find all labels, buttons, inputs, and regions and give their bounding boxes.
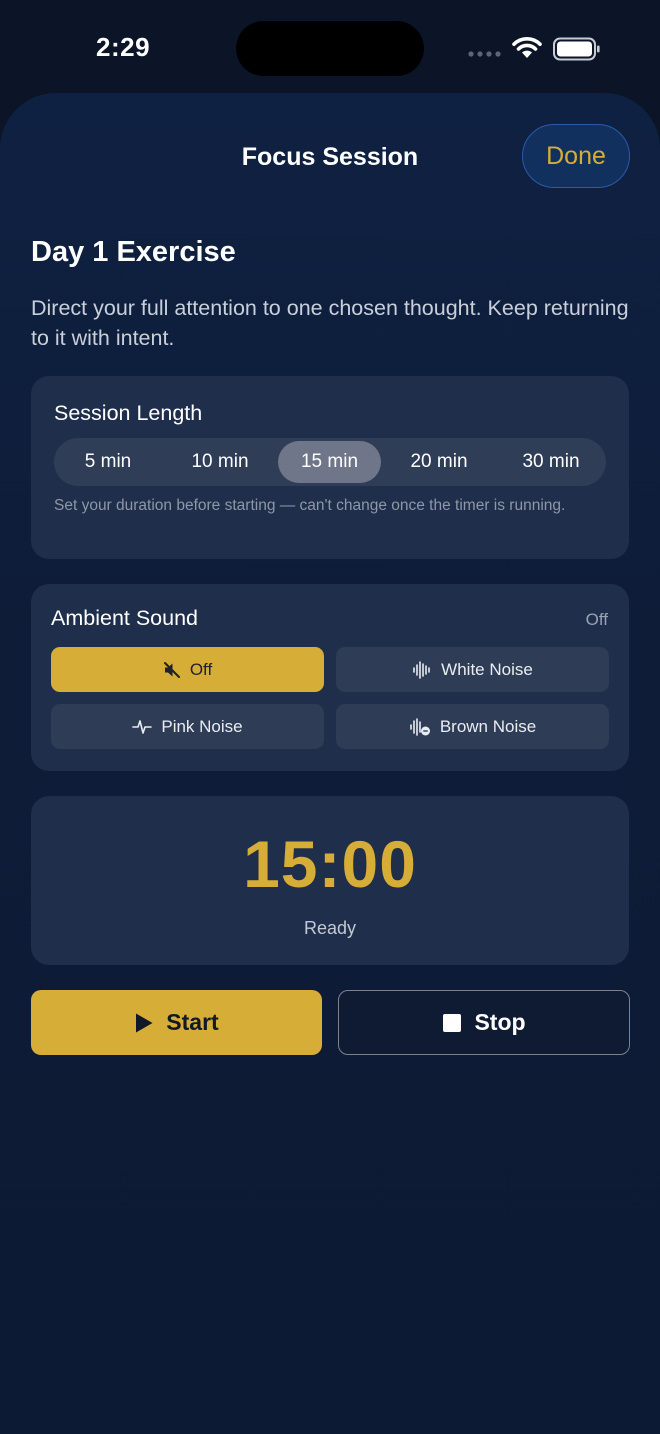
stop-label: Stop	[474, 1009, 526, 1035]
sound-off-label: Off	[189, 659, 213, 679]
session-length-picker: 5 min 10 min 15 min 20 min 30 min	[54, 438, 606, 486]
exercise-description: Direct your full attention to one chosen…	[31, 296, 629, 350]
cellular-signal-icon	[468, 51, 501, 57]
segment-20-min[interactable]: 20 min	[385, 441, 493, 483]
segment-30-min[interactable]: 30 min	[497, 441, 605, 483]
done-button[interactable]: Done	[522, 124, 630, 188]
timer-display: 15:00	[243, 827, 417, 901]
timer-card: 15:00 Ready	[31, 796, 629, 965]
status-bar: 2:29	[0, 0, 660, 96]
sound-pink-noise-label: Pink Noise	[161, 716, 243, 736]
waveform-minus-icon	[410, 717, 430, 736]
sound-brown-noise-label: Brown Noise	[439, 716, 537, 736]
ambient-sound-title: Ambient Sound	[51, 606, 199, 630]
sound-white-noise-label: White Noise	[441, 659, 533, 679]
sound-white-noise-button[interactable]: White Noise	[336, 647, 609, 692]
speaker-muted-icon	[163, 661, 180, 678]
segment-10-min[interactable]: 10 min	[166, 441, 274, 483]
start-button[interactable]: Start	[31, 990, 322, 1055]
session-length-note: Set your duration before starting — can'…	[54, 497, 566, 514]
segment-5-min[interactable]: 5 min	[54, 441, 162, 483]
sound-pink-noise-button[interactable]: Pink Noise	[51, 704, 324, 749]
stop-icon	[443, 1013, 462, 1032]
wifi-icon	[512, 37, 542, 58]
ambient-sound-card: Ambient Sound Off Off White Noise Pink N…	[31, 584, 629, 771]
play-icon	[136, 1013, 153, 1032]
session-length-card: Session Length 5 min 10 min 15 min 20 mi…	[31, 376, 629, 559]
battery-icon	[553, 37, 600, 61]
sound-off-button[interactable]: Off	[51, 647, 324, 692]
start-label: Start	[166, 1009, 219, 1035]
exercise-title: Day 1 Exercise	[31, 236, 236, 268]
dynamic-island	[236, 21, 424, 76]
waveform-icon	[413, 660, 430, 679]
status-time: 2:29	[96, 32, 151, 62]
ambient-sound-status: Off	[585, 610, 608, 629]
sound-brown-noise-button[interactable]: Brown Noise	[336, 704, 609, 749]
timer-status: Ready	[303, 918, 357, 938]
session-length-title: Session Length	[54, 401, 203, 425]
stop-button[interactable]: Stop	[338, 990, 630, 1055]
segment-15-min[interactable]: 15 min	[278, 441, 381, 483]
heartbeat-wave-icon	[132, 719, 153, 734]
